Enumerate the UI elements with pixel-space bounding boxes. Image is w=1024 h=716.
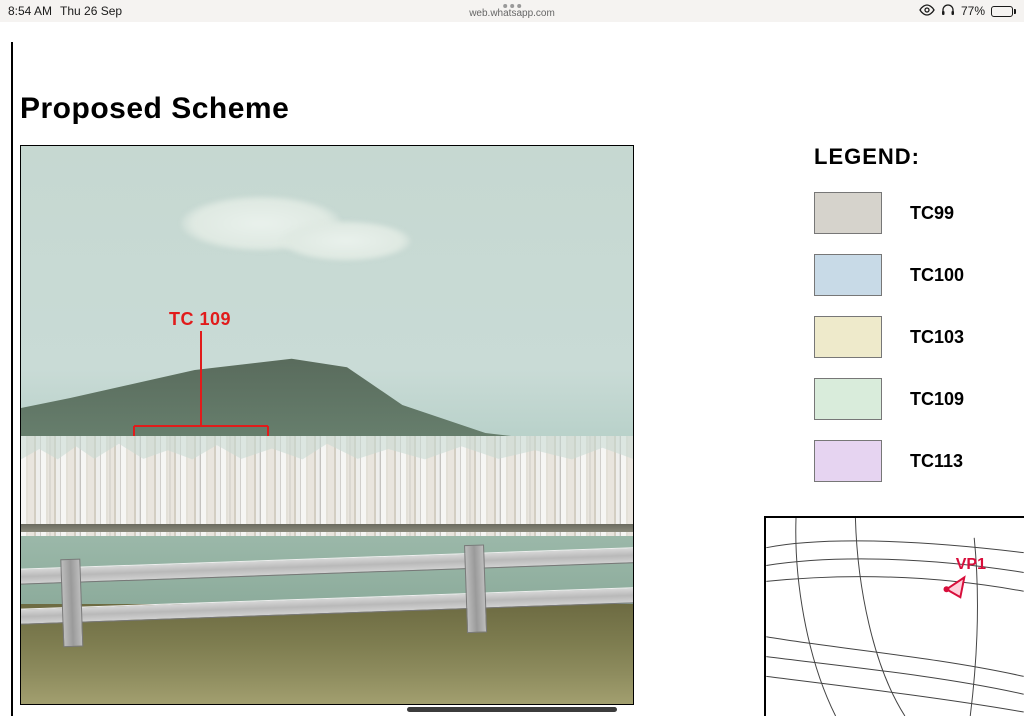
status-time: 8:54 AM: [8, 4, 52, 18]
status-url: web.whatsapp.com: [469, 8, 555, 19]
legend-item: TC113: [814, 440, 1004, 482]
legend-item: TC103: [814, 316, 1004, 358]
legend-swatch-tc103: [814, 316, 882, 358]
status-date: Thu 26 Sep: [60, 4, 122, 18]
scheme-rendering-image: TC 109: [20, 145, 634, 705]
status-left: 8:54 AM Thu 26 Sep: [8, 4, 122, 18]
location-minimap: VP1: [764, 516, 1024, 716]
callout-label-tc109: TC 109: [169, 309, 231, 330]
ipad-status-bar: 8:54 AM Thu 26 Sep web.whatsapp.com 77%: [0, 0, 1024, 22]
legend-label: TC109: [910, 389, 964, 410]
legend-item: TC99: [814, 192, 1004, 234]
battery-percent: 77%: [961, 4, 985, 18]
legend-swatch-tc113: [814, 440, 882, 482]
status-center: web.whatsapp.com: [469, 4, 555, 19]
legend-label: TC113: [910, 451, 963, 472]
minimap-lines-icon: [766, 518, 1024, 716]
page-title: Proposed Scheme: [20, 92, 289, 126]
legend-label: TC99: [910, 203, 954, 224]
privacy-icon: [919, 4, 935, 19]
legend-item: TC100: [814, 254, 1004, 296]
status-right: 77%: [919, 4, 1016, 19]
page-left-rule: [11, 42, 13, 716]
legend-item: TC109: [814, 378, 1004, 420]
document-page: Proposed Scheme TC 109 LE: [0, 22, 1024, 716]
home-indicator[interactable]: [407, 707, 617, 712]
legend-panel: LEGEND: TC99 TC100 TC103 TC109 TC113: [814, 144, 1004, 502]
callout-bracket-icon: [126, 331, 276, 441]
legend-title: LEGEND:: [814, 144, 1004, 170]
legend-swatch-tc109: [814, 378, 882, 420]
legend-label: TC100: [910, 265, 964, 286]
legend-swatch-tc99: [814, 192, 882, 234]
legend-label: TC103: [910, 327, 964, 348]
viewpoint-label: VP1: [956, 556, 986, 574]
battery-icon: [991, 6, 1016, 17]
headphones-icon: [941, 4, 955, 19]
legend-swatch-tc100: [814, 254, 882, 296]
